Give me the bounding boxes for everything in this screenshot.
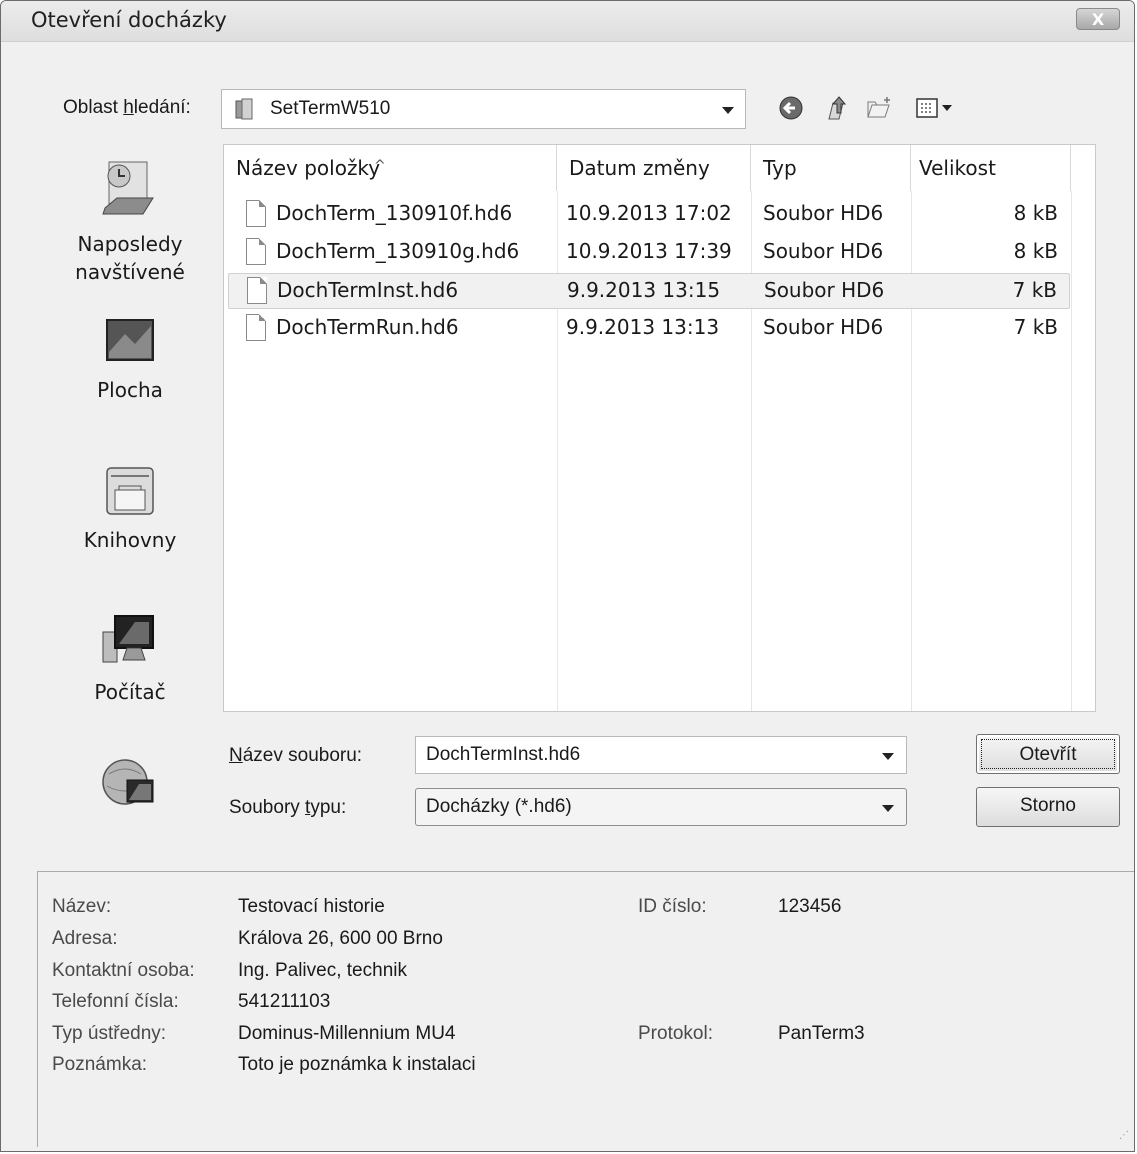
lookin-value: SetTermW510 xyxy=(270,98,391,119)
file-icon xyxy=(246,200,266,227)
file-size: 7 kB xyxy=(1012,278,1057,302)
file-type: Soubor HD6 xyxy=(763,201,884,225)
filetype-label: Soubory typu: xyxy=(229,797,347,818)
new-folder-icon[interactable] xyxy=(865,93,893,123)
chevron-down-icon[interactable] xyxy=(722,107,734,114)
file-size: 8 kB xyxy=(1013,201,1058,225)
file-row[interactable]: DochTerm_130910f.hd6 10.9.2013 17:02 Sou… xyxy=(228,197,1070,233)
place-label: Knihovny xyxy=(83,528,177,552)
places-bar: Naposledy navštívené Plocha Knihovny Poč… xyxy=(37,144,223,844)
folder-icon xyxy=(235,98,253,120)
info-note-value: Toto je poznámka k instalaci xyxy=(238,1054,476,1075)
chevron-down-icon[interactable] xyxy=(882,753,894,760)
filetype-value: Docházky (*.hd6) xyxy=(426,796,572,817)
recent-places-icon xyxy=(102,161,154,215)
file-type: Soubor HD6 xyxy=(763,239,884,263)
info-phone-label: Telefonní čísla: xyxy=(52,991,179,1012)
file-name: DochTerm_130910f.hd6 xyxy=(276,201,513,225)
chevron-down-icon[interactable] xyxy=(882,805,894,812)
file-icon xyxy=(246,314,266,341)
column-header-date[interactable]: Datum změny xyxy=(557,145,751,191)
network-icon xyxy=(102,759,154,805)
info-contact-label: Kontaktní osoba: xyxy=(52,960,195,981)
file-size: 7 kB xyxy=(1013,315,1058,339)
info-id-label: ID číslo: xyxy=(638,896,707,917)
file-date: 10.9.2013 17:39 xyxy=(566,239,732,263)
filename-input[interactable]: DochTermInst.hd6 xyxy=(415,736,907,774)
file-row-selected[interactable]: DochTermInst.hd6 9.9.2013 13:15 Soubor H… xyxy=(228,273,1070,309)
desktop-icon xyxy=(106,319,154,361)
file-list[interactable]: Název položky ^ Datum změny Typ Velikost… xyxy=(223,144,1096,712)
file-date: 9.9.2013 13:15 xyxy=(567,278,721,302)
file-row[interactable]: DochTermRun.hd6 9.9.2013 13:13 Soubor HD… xyxy=(228,311,1070,347)
title-bar[interactable]: Otevření docházky X xyxy=(1,1,1134,42)
place-recent[interactable]: Naposledy navštívené xyxy=(37,156,223,286)
resize-grip-icon[interactable]: ⋰ xyxy=(1119,1130,1129,1141)
info-address-value: Králova 26, 600 00 Brno xyxy=(238,928,443,949)
place-label: Počítač xyxy=(94,680,166,704)
file-size: 8 kB xyxy=(1013,239,1058,263)
info-panel: Název: Testovací historie Adresa: Králov… xyxy=(37,871,1134,1147)
filename-value: DochTermInst.hd6 xyxy=(426,744,581,765)
computer-icon xyxy=(102,615,154,663)
column-header-size[interactable]: Velikost xyxy=(911,145,1071,191)
back-arrow-icon[interactable] xyxy=(777,93,805,123)
file-icon xyxy=(247,277,267,304)
window-title: Otevření docházky xyxy=(31,8,227,32)
info-central-label: Typ ústředny: xyxy=(52,1023,167,1044)
close-icon: X xyxy=(1091,10,1105,29)
place-desktop[interactable]: Plocha xyxy=(37,312,223,404)
libraries-icon xyxy=(106,467,154,515)
place-network[interactable] xyxy=(37,750,223,824)
up-folder-icon[interactable] xyxy=(823,93,851,123)
column-header-name[interactable]: Název položky ^ xyxy=(224,145,557,191)
open-button[interactable]: Otevřít xyxy=(976,734,1120,774)
file-icon xyxy=(246,238,266,265)
info-id-value: 123456 xyxy=(778,896,842,917)
info-contact-value: Ing. Palivec, technik xyxy=(238,960,407,981)
file-date: 9.9.2013 13:13 xyxy=(566,315,720,339)
views-menu-icon[interactable] xyxy=(915,93,961,123)
filename-label: Název souboru: xyxy=(229,745,363,766)
info-protocol-value: PanTerm3 xyxy=(778,1023,865,1044)
info-protocol-label: Protokol: xyxy=(638,1023,713,1044)
close-button[interactable]: X xyxy=(1076,8,1120,30)
file-name: DochTerm_130910g.hd6 xyxy=(276,239,520,263)
lookin-label: Oblast hledání: xyxy=(63,97,191,118)
file-date: 10.9.2013 17:02 xyxy=(566,201,732,225)
cancel-button[interactable]: Storno xyxy=(976,787,1120,827)
file-type: Soubor HD6 xyxy=(763,315,884,339)
info-phone-value: 541211103 xyxy=(238,991,331,1012)
sort-ascending-icon: ^ xyxy=(374,158,386,174)
place-computer[interactable]: Počítač xyxy=(37,610,223,706)
info-note-label: Poznámka: xyxy=(52,1054,148,1075)
open-file-dialog: Otevření docházky X Oblast hledání: SetT… xyxy=(0,0,1135,1152)
place-label: navštívené xyxy=(75,260,185,284)
file-name: DochTermInst.hd6 xyxy=(277,278,459,302)
info-name-label: Název: xyxy=(52,896,112,917)
info-address-label: Adresa: xyxy=(52,928,118,949)
place-label: Naposledy xyxy=(77,232,183,256)
place-label: Plocha xyxy=(97,378,163,402)
info-name-value: Testovací historie xyxy=(238,896,385,917)
info-central-value: Dominus-Millennium MU4 xyxy=(238,1023,456,1044)
file-type: Soubor HD6 xyxy=(764,278,885,302)
file-name: DochTermRun.hd6 xyxy=(276,315,459,339)
column-header-type[interactable]: Typ xyxy=(751,145,911,191)
file-row[interactable]: DochTerm_130910g.hd6 10.9.2013 17:39 Sou… xyxy=(228,235,1070,271)
place-libraries[interactable]: Knihovny xyxy=(37,462,223,554)
lookin-combobox[interactable]: SetTermW510 xyxy=(221,89,746,129)
filetype-select[interactable]: Docházky (*.hd6) xyxy=(415,788,907,826)
